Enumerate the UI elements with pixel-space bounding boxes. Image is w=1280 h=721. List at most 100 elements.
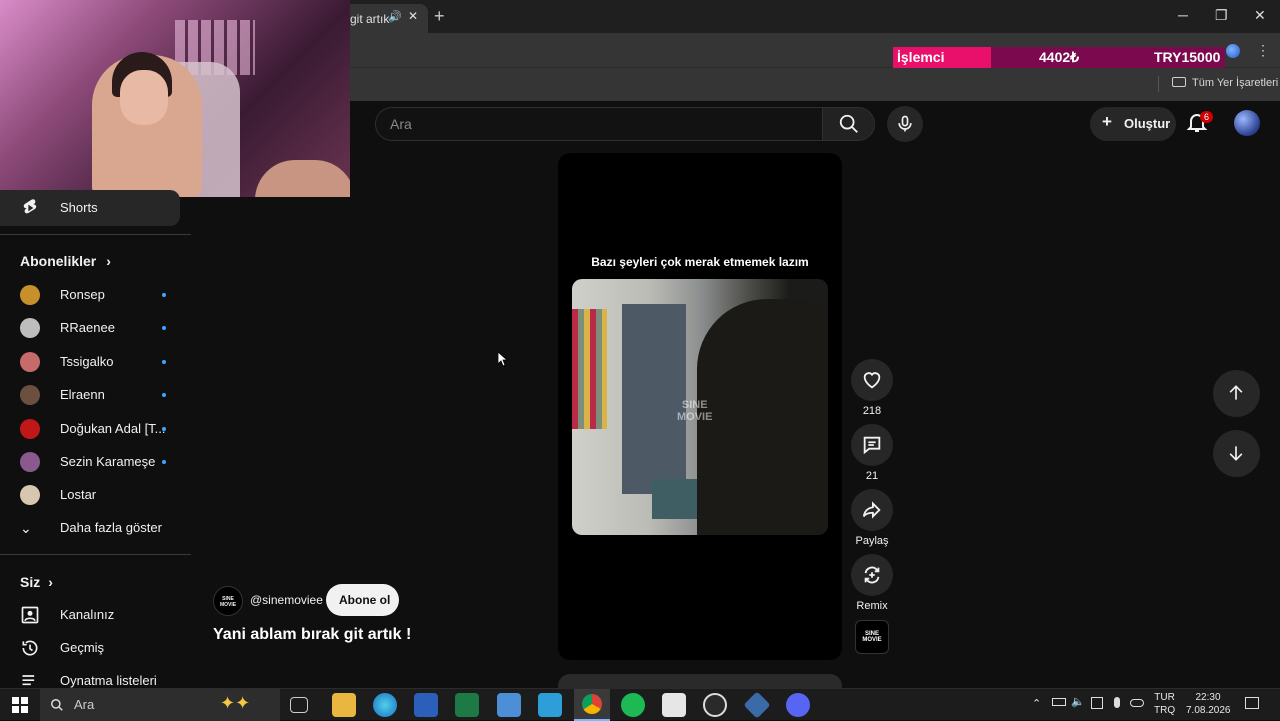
comment-count: 21 [865,470,879,482]
channel-avatar [20,351,40,372]
channel-avatar [20,485,40,506]
show-more-button[interactable]: ⌄ Daha fazla göster [0,510,180,546]
account-avatar[interactable] [1234,110,1260,136]
webcam-overlay [0,0,350,197]
remix-button[interactable] [851,554,893,596]
sidebar-item-history[interactable]: Geçmiş [0,630,180,666]
notification-badge: 6 [1200,111,1214,123]
edge-icon[interactable] [373,693,397,717]
create-button[interactable]: + Oluştur [1090,107,1176,141]
browser-menu-icon[interactable]: ⋮ [1256,42,1270,59]
ticker-goal: TRY15000 [1154,49,1221,65]
channel-handle[interactable]: @sinemoviee [250,593,323,607]
windows-start-icon[interactable] [12,697,28,713]
close-window-button[interactable]: ✕ [1254,7,1266,24]
browser-tab[interactable]: git artık 🔊 ✕ [340,4,428,33]
sidebar-item-your-channel[interactable]: Kanalınız [0,597,180,633]
share-button[interactable] [851,489,893,531]
new-tab-button[interactable]: + [434,6,445,27]
new-content-dot [162,359,166,364]
tab-close-icon[interactable]: ✕ [408,9,418,23]
search-input[interactable]: Ara [375,107,823,141]
input-language[interactable]: TUR TRQ [1154,691,1175,717]
sidebar-item-subscription[interactable]: Sezin Karameşe [0,444,180,480]
store-icon[interactable] [538,693,562,717]
network-icon[interactable] [1091,697,1103,709]
channel-logo-button[interactable]: SINE MOVIE [855,620,889,654]
comment-icon [863,436,881,455]
clock[interactable]: 22:30 7.08.2026 [1186,691,1231,717]
bookmarks-separator [1158,76,1159,92]
clock-time: 22:30 [1195,692,1221,703]
hanging-clothes [572,309,607,429]
streamer-leg [255,160,350,197]
streamer-face [120,70,168,125]
task-view-icon[interactable] [290,697,308,713]
word-icon[interactable] [414,693,438,717]
sidebar-item-subscription[interactable]: Tssigalko [0,344,180,380]
subscriptions-heading[interactable]: Abonelikler › [20,253,111,269]
sidebar-item-label: Oynatma listeleri [60,673,157,688]
maximize-button[interactable]: ❐ [1215,7,1228,24]
plus-icon: + [1102,112,1112,131]
keyboard-layout: TRQ [1154,705,1176,716]
taskbar-search-placeholder: Ara [74,697,95,712]
chevron-right-icon: › [48,574,53,590]
voice-search-button[interactable] [887,106,923,142]
comments-button[interactable] [851,424,893,466]
subscription-name: Elraenn [60,387,105,403]
search-button[interactable] [822,107,875,141]
volume-icon[interactable]: 🔈 [1071,695,1085,708]
calculator-icon[interactable] [497,693,521,717]
sparkle-icon: ✦✦ [220,693,251,713]
previous-short-button[interactable] [1213,370,1260,417]
notifications-tray-icon[interactable] [1245,697,1259,709]
microphone-tray-icon[interactable] [1114,697,1120,708]
you-heading[interactable]: Siz › [20,574,53,590]
chrome-taskbar-button[interactable] [574,689,610,721]
sidebar-item-subscription[interactable]: Lostar [0,477,180,513]
folder-icon [1172,77,1186,87]
channel-avatar[interactable]: SINE MOVIE [213,586,243,616]
new-content-dot [162,460,166,464]
sidebar-item-shorts[interactable]: Shorts [0,190,180,226]
new-content-dot [162,393,166,398]
video-frame: SINE MOVIE [572,279,828,535]
arrow-down-icon [1229,446,1243,461]
app-icon-2[interactable] [743,691,771,719]
tab-audio-icon[interactable]: 🔊 [388,10,402,23]
sidebar-item-subscription[interactable]: RRaenee [0,310,180,346]
spotify-icon[interactable] [621,693,645,717]
sidebar-item-subscription[interactable]: Ronsep [0,277,180,313]
arrow-up-icon [1229,385,1243,400]
microphone-icon [898,115,912,132]
shorts-player[interactable]: Bazı şeyleri çok merak etmemek lazım SIN… [558,153,842,660]
excel-icon[interactable] [455,693,479,717]
channel-logo-line-2: MOVIE [862,637,882,643]
chevron-right-icon: › [106,253,111,269]
sidebar-item-subscription[interactable]: Elraenn [0,377,180,413]
obs-icon[interactable] [703,693,727,717]
globe-icon [1226,44,1240,58]
sidebar-item-subscription[interactable]: Doğukan Adal [T... [0,411,180,447]
channel-icon [21,606,39,624]
video-title: Yani ablam bırak git artık ! [213,626,412,643]
next-short-button[interactable] [1213,430,1260,477]
taskbar-search-input[interactable]: Ara ✦✦ [40,689,280,721]
subscribe-button[interactable]: Abone ol [326,584,399,616]
tab-title: git artık [350,12,390,26]
like-button[interactable] [851,359,893,401]
minimize-button[interactable]: ─ [1178,7,1188,23]
app-icon[interactable] [662,693,686,717]
battery-icon[interactable] [1052,698,1066,706]
cloud-icon[interactable] [1130,699,1144,707]
all-bookmarks-button[interactable]: Tüm Yer İşaretleri [1172,77,1278,89]
new-content-dot [162,426,166,431]
file-explorer-icon[interactable] [332,693,356,717]
subscription-name: Ronsep [60,287,105,302]
discord-icon[interactable] [786,693,810,717]
all-bookmarks-label: Tüm Yer İşaretleri [1192,77,1279,89]
chevron-up-icon[interactable]: ⌃ [1032,697,1041,710]
search-icon [839,114,858,133]
share-icon [862,501,881,519]
